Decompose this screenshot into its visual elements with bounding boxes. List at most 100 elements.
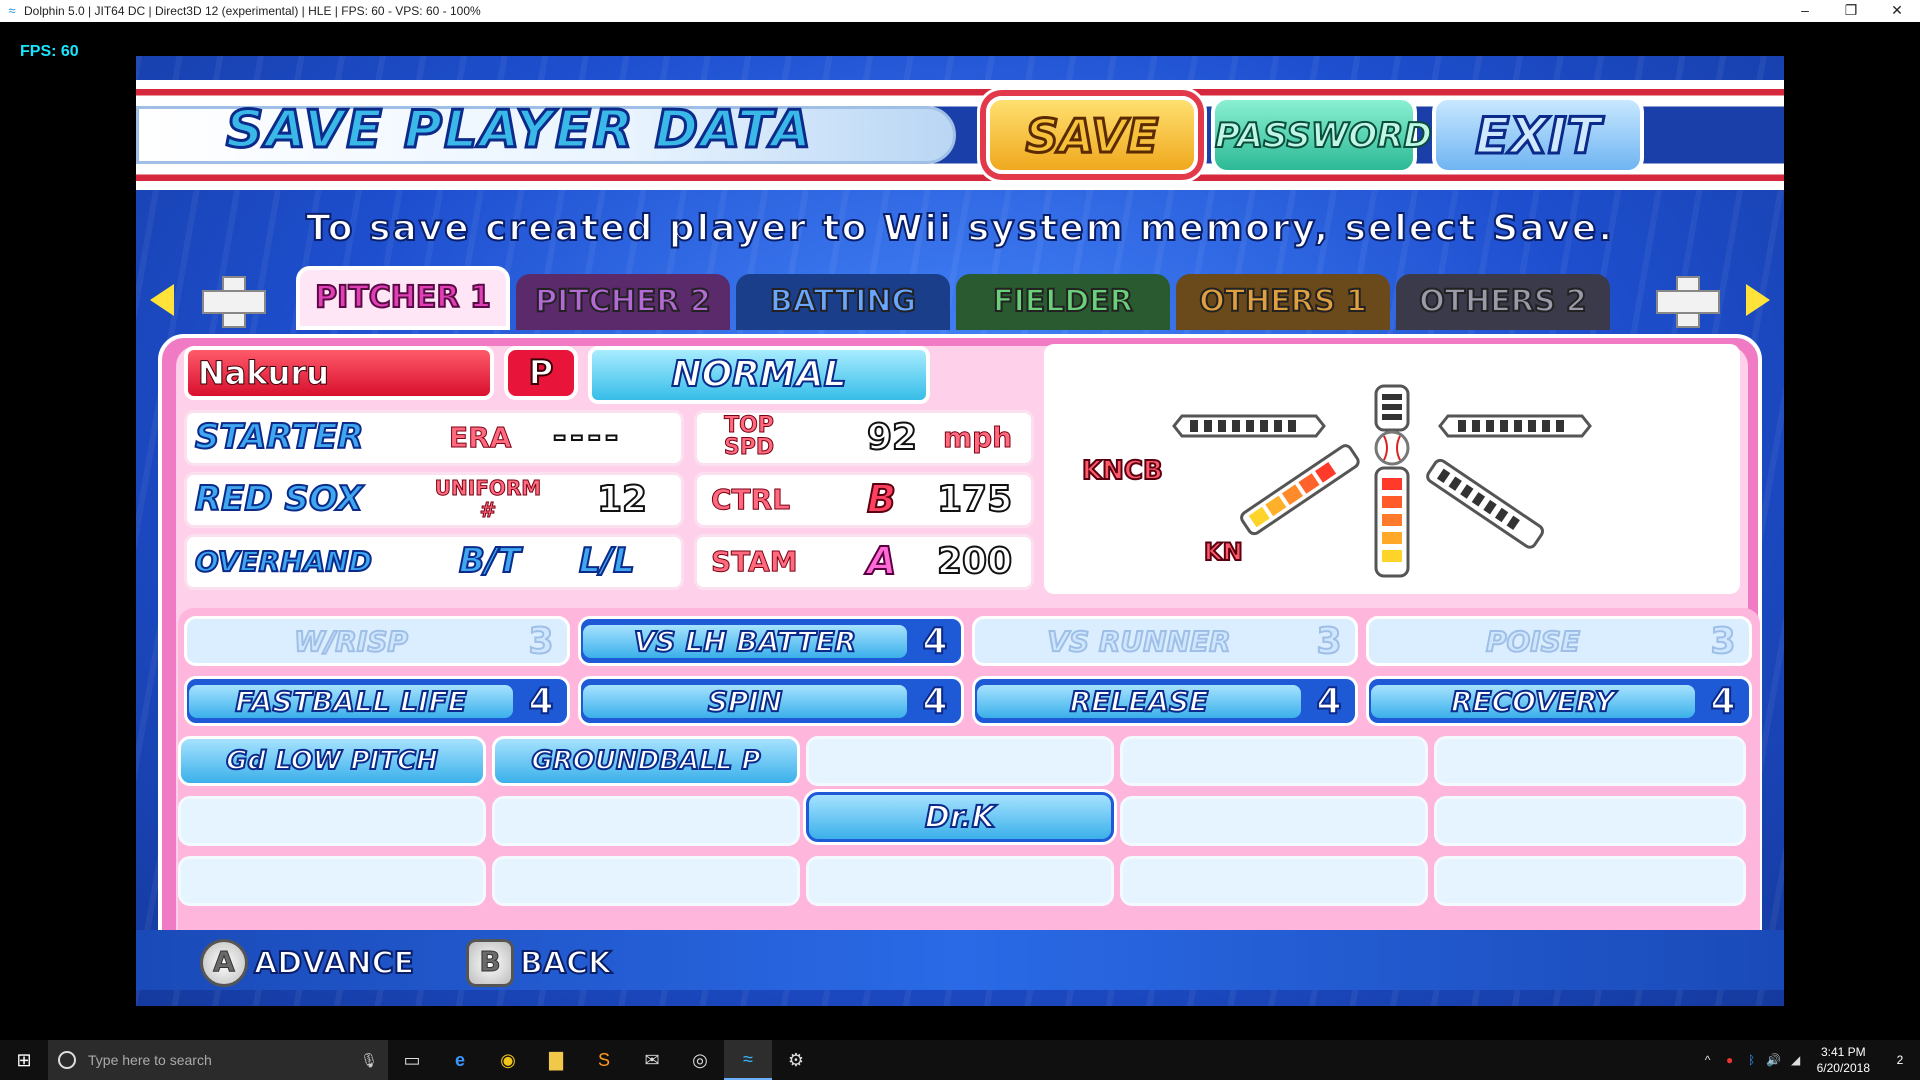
notification-count: 2: [1896, 1053, 1904, 1067]
pitch-label-bottom: KN: [1203, 537, 1244, 567]
ability-slot-empty: [1434, 796, 1746, 846]
exit-button[interactable]: EXIT: [1432, 96, 1644, 174]
back-label: BACK: [519, 945, 612, 982]
save-button[interactable]: SAVE: [986, 96, 1198, 174]
microphone-icon[interactable]: 🎙: [360, 1052, 378, 1069]
tab-pitcher-1[interactable]: PITCHER 1: [296, 266, 510, 330]
ability-slot-empty: [492, 796, 800, 846]
curve-gauge: [1240, 444, 1360, 536]
ability-fastball-life: FASTBALL LIFE 4: [184, 676, 570, 726]
maximize-button[interactable]: ❐: [1828, 0, 1874, 22]
minimize-button[interactable]: –: [1782, 0, 1828, 22]
bt-label: B/T: [458, 540, 522, 582]
tab-prev-arrow-icon[interactable]: [150, 284, 174, 316]
ability-release: RELEASE 4: [972, 676, 1358, 726]
taskbar-clock[interactable]: 3:41 PM 6/20/2018: [1817, 1044, 1870, 1076]
pitch-label-left: KNCB: [1081, 455, 1164, 487]
top-gauge: [1374, 384, 1410, 432]
ability-poise: POISE 3: [1366, 616, 1752, 666]
dpad-right-icon: [1656, 276, 1720, 328]
advance-label: ADVANCE: [253, 945, 415, 982]
b-button-icon: B: [466, 939, 514, 987]
era-value: ----: [552, 416, 623, 456]
tab-others-1[interactable]: OTHERS 1: [1176, 274, 1390, 330]
tray-chevron-up-icon[interactable]: ^: [1697, 1053, 1719, 1067]
top-speed-value: 92: [866, 416, 918, 459]
role-row: STARTER ERA ----: [184, 410, 684, 466]
bt-value: L/L: [578, 540, 636, 582]
taskbar: ⊞ Type here to search 🎙 ▭ e ◉ ▇ S ✉ ◎ ≈ …: [0, 1040, 1920, 1080]
ability-slot-empty: [806, 856, 1114, 906]
special-ability-name: Gd LOW PITCH: [225, 745, 439, 777]
file-explorer-icon[interactable]: ▇: [532, 1040, 580, 1080]
tab-next-arrow-icon[interactable]: [1746, 284, 1770, 316]
tray-app-icon[interactable]: ●: [1719, 1053, 1741, 1067]
role-value: STARTER: [194, 416, 365, 458]
uniform-number: 12: [596, 478, 648, 521]
obs-icon[interactable]: ◎: [676, 1040, 724, 1080]
mail-icon[interactable]: ✉: [628, 1040, 676, 1080]
clock-time: 3:41 PM: [1820, 1045, 1866, 1059]
ability-name: RECOVERY: [1371, 684, 1695, 719]
tab-others-2[interactable]: OTHERS 2: [1396, 274, 1610, 330]
search-placeholder: Type here to search: [88, 1052, 212, 1068]
special-ability-name: GROUNDBALL P: [530, 745, 761, 777]
tab-batting[interactable]: BATTING: [736, 274, 950, 330]
ability-name: POISE: [1485, 624, 1581, 659]
action-center-icon[interactable]: 2: [1880, 1040, 1920, 1080]
settings-gear-icon[interactable]: ⚙: [772, 1040, 820, 1080]
taskbar-search[interactable]: Type here to search 🎙: [48, 1040, 388, 1080]
special-ability-name: Dr.K: [924, 799, 996, 836]
stamina-row: STAM A 200: [694, 534, 1034, 590]
ability-name: VS RUNNER: [1046, 624, 1231, 659]
player-name: Nakuru: [184, 346, 494, 400]
uniform-label: UNIFORM #: [434, 476, 542, 522]
volume-icon[interactable]: 🔊: [1763, 1053, 1785, 1067]
window-title: Dolphin 5.0 | JIT64 DC | Direct3D 12 (ex…: [24, 4, 481, 18]
ability-level: 4: [921, 680, 948, 723]
slider-gauge: [1438, 414, 1592, 438]
ability-vs-runner: VS RUNNER 3: [972, 616, 1358, 666]
ability-level: 3: [1709, 620, 1736, 663]
bluetooth-icon[interactable]: ᛒ: [1741, 1053, 1763, 1067]
control-row: CTRL B 175: [694, 472, 1034, 528]
team-row: RED SOX UNIFORM # 12: [184, 472, 684, 528]
close-button[interactable]: ✕: [1874, 0, 1920, 22]
tab-pitcher-2[interactable]: PITCHER 2: [516, 274, 730, 330]
network-icon[interactable]: ◢: [1785, 1053, 1807, 1067]
tab-fielder[interactable]: FIELDER: [956, 274, 1170, 330]
game-screen: SAVE PLAYER DATA SAVE PASSWORD EXIT To s…: [136, 56, 1784, 1006]
stamina-grade: A: [866, 538, 897, 584]
delivery-row: OVERHAND B/T L/L: [184, 534, 684, 590]
ability-level: 4: [921, 620, 948, 663]
task-view-icon[interactable]: ▭: [388, 1040, 436, 1080]
sublime-text-icon[interactable]: S: [580, 1040, 628, 1080]
ability-level: 4: [527, 680, 554, 723]
ability-name: SPIN: [583, 684, 907, 719]
cortana-icon: [58, 1051, 76, 1069]
a-button-icon: A: [200, 939, 248, 987]
ability-slot-empty: [178, 856, 486, 906]
windows-start-icon[interactable]: ⊞: [0, 1040, 48, 1080]
edge-icon[interactable]: e: [436, 1040, 484, 1080]
ability-w-risp: W/RISP 3: [184, 616, 570, 666]
back-hint[interactable]: B BACK: [466, 939, 612, 987]
password-button[interactable]: PASSWORD: [1211, 96, 1433, 174]
ability-name: VS LH BATTER: [583, 624, 907, 659]
sink-gauge: [1426, 458, 1544, 549]
fps-overlay: FPS: 60: [20, 43, 79, 60]
speed-unit: mph: [942, 421, 1013, 455]
ability-slot-empty: [178, 796, 486, 846]
dolphin-taskbar-icon[interactable]: ≈: [724, 1040, 772, 1080]
special-gd-low-pitch: Gd LOW PITCH: [178, 736, 486, 786]
ability-slot-empty: [492, 856, 800, 906]
ability-level: 4: [1709, 680, 1736, 723]
ability-slot-empty: [806, 736, 1114, 786]
top-speed-row: TOP SPD 92 mph: [694, 410, 1034, 466]
advance-hint[interactable]: A ADVANCE: [200, 939, 415, 987]
stamina-label: STAM: [711, 545, 799, 579]
clock-date: 6/20/2018: [1816, 1061, 1870, 1075]
shoot-gauge: [1172, 414, 1326, 438]
chrome-icon[interactable]: ◉: [484, 1040, 532, 1080]
ability-level: 3: [527, 620, 554, 663]
